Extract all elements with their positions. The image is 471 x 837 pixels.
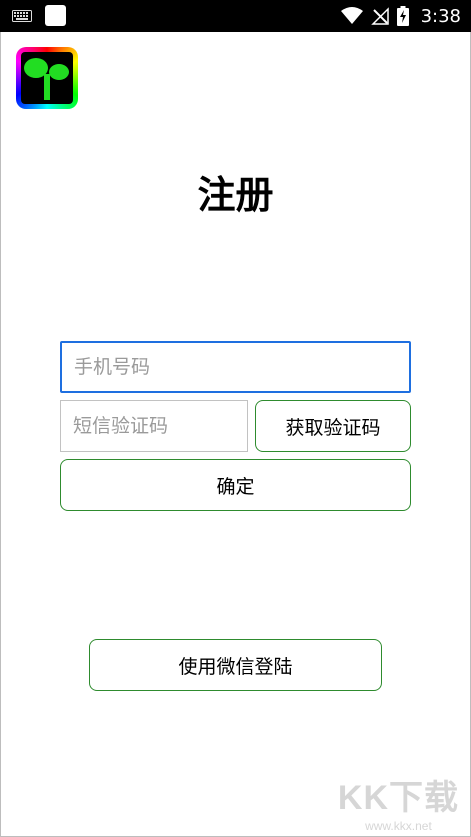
wifi-icon [340,7,363,24]
watermark-logo: KK下载 [337,779,459,817]
no-signal-icon [370,7,389,25]
wechat-login-button[interactable]: 使用微信登陆 [89,639,382,691]
app-notification-icon [45,5,66,26]
get-code-button[interactable]: 获取验证码 [255,400,411,452]
status-bar: 3:38 [0,0,471,32]
keyboard-icon [12,10,32,22]
page-title: 注册 [197,173,274,217]
confirm-button[interactable]: 确定 [60,459,411,511]
battery-charging-icon [396,6,409,26]
watermark: KK下载 www.kkx.net [338,770,459,833]
sprout-logo-icon [16,47,78,109]
sms-code-input[interactable] [60,400,248,452]
watermark-url: www.kkx.net [365,819,432,833]
status-time: 3:38 [420,5,461,27]
phone-number-input[interactable] [60,341,411,393]
